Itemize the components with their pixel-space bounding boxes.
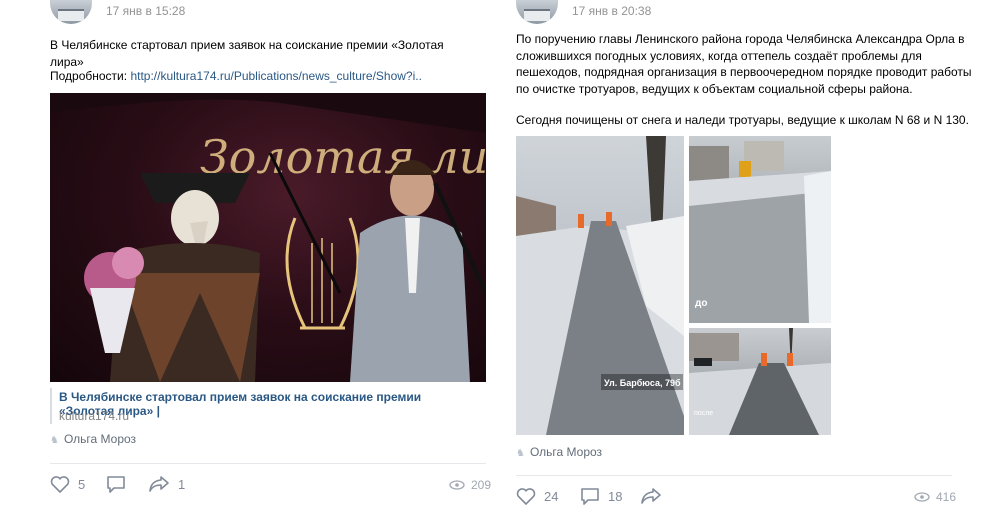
photo-scene: после [689, 328, 831, 435]
snippet-domain[interactable]: kultura174.ru [59, 409, 129, 423]
like-button[interactable]: 5 [50, 475, 85, 493]
share-icon [149, 476, 169, 492]
photo-caption: до [695, 298, 707, 309]
photo-caption: Ул. Барбюса, 79б [604, 378, 681, 388]
snippet-bar [50, 388, 52, 424]
divider [50, 463, 486, 464]
details-line: Подробности: http://kultura174.ru/Public… [50, 68, 490, 85]
like-count: 5 [78, 476, 86, 492]
post-author[interactable]: ♞ Ольга Мороз [50, 432, 136, 446]
eye-icon [449, 480, 465, 490]
text-line: По поручению главы Ленинского района гор… [516, 32, 965, 46]
divider [516, 475, 952, 476]
views-count: 209 [471, 478, 492, 492]
post-text: По поручению главы Ленинского района гор… [516, 31, 986, 97]
post-date[interactable]: 17 янв в 20:38 [572, 4, 651, 18]
comment-button[interactable]: 18 [580, 487, 622, 505]
post-author[interactable]: ♞ Ольга Мороз [516, 445, 602, 459]
post-date[interactable]: 17 янв в 15:28 [106, 4, 185, 18]
views-counter: 416 [914, 490, 956, 504]
text-line: пешеходов, подрядная организация в перво… [516, 65, 972, 79]
photo-after[interactable]: после [689, 328, 831, 435]
photo-street-before[interactable]: Ул. Барбюса, 79б [516, 136, 684, 435]
singer-figure [350, 160, 486, 382]
comment-button[interactable] [106, 475, 126, 493]
masked-figure [84, 173, 260, 382]
photo-scene: Ул. Барбюса, 79б [516, 136, 684, 435]
share-button[interactable] [640, 487, 662, 505]
photo-scene: Золотая лира [50, 93, 486, 382]
author-name: Ольга Мороз [529, 445, 603, 459]
share-button[interactable]: 1 [148, 475, 185, 493]
like-button[interactable]: 24 [516, 487, 558, 505]
text-line: сложившихся погодных условиях, когда отт… [516, 48, 922, 63]
post-text: В Челябинске стартовал прием заявок на с… [50, 38, 444, 69]
heart-icon [50, 476, 70, 493]
details-label: Подробности: [50, 69, 128, 83]
photo-scene: до [689, 141, 831, 323]
comment-icon [581, 488, 599, 505]
lyre-icon [285, 217, 360, 330]
details-link[interactable]: http://kultura174.ru/Publications/news_c… [130, 69, 422, 83]
share-icon [641, 488, 661, 504]
comment-icon [107, 476, 125, 493]
person-icon: ♞ [516, 448, 525, 459]
post-photo[interactable]: Золотая лира [50, 93, 486, 382]
photo-caption: после [694, 410, 713, 417]
share-count: 1 [178, 476, 186, 492]
eye-icon [914, 492, 930, 502]
comment-count: 18 [608, 488, 623, 504]
text-line: по очистке тротуаров, ведущих к объектам… [516, 81, 913, 96]
views-counter: 209 [449, 478, 491, 492]
avatar[interactable] [516, 0, 558, 24]
person-icon: ♞ [50, 435, 59, 446]
author-name: Ольга Мороз [63, 432, 137, 446]
views-count: 416 [936, 490, 957, 504]
like-count: 24 [544, 488, 559, 504]
photo-before[interactable]: до [689, 136, 831, 323]
post-text-2: Сегодня почищены от снега и наледи троту… [516, 113, 969, 127]
avatar[interactable] [50, 0, 92, 24]
heart-icon [516, 488, 536, 505]
